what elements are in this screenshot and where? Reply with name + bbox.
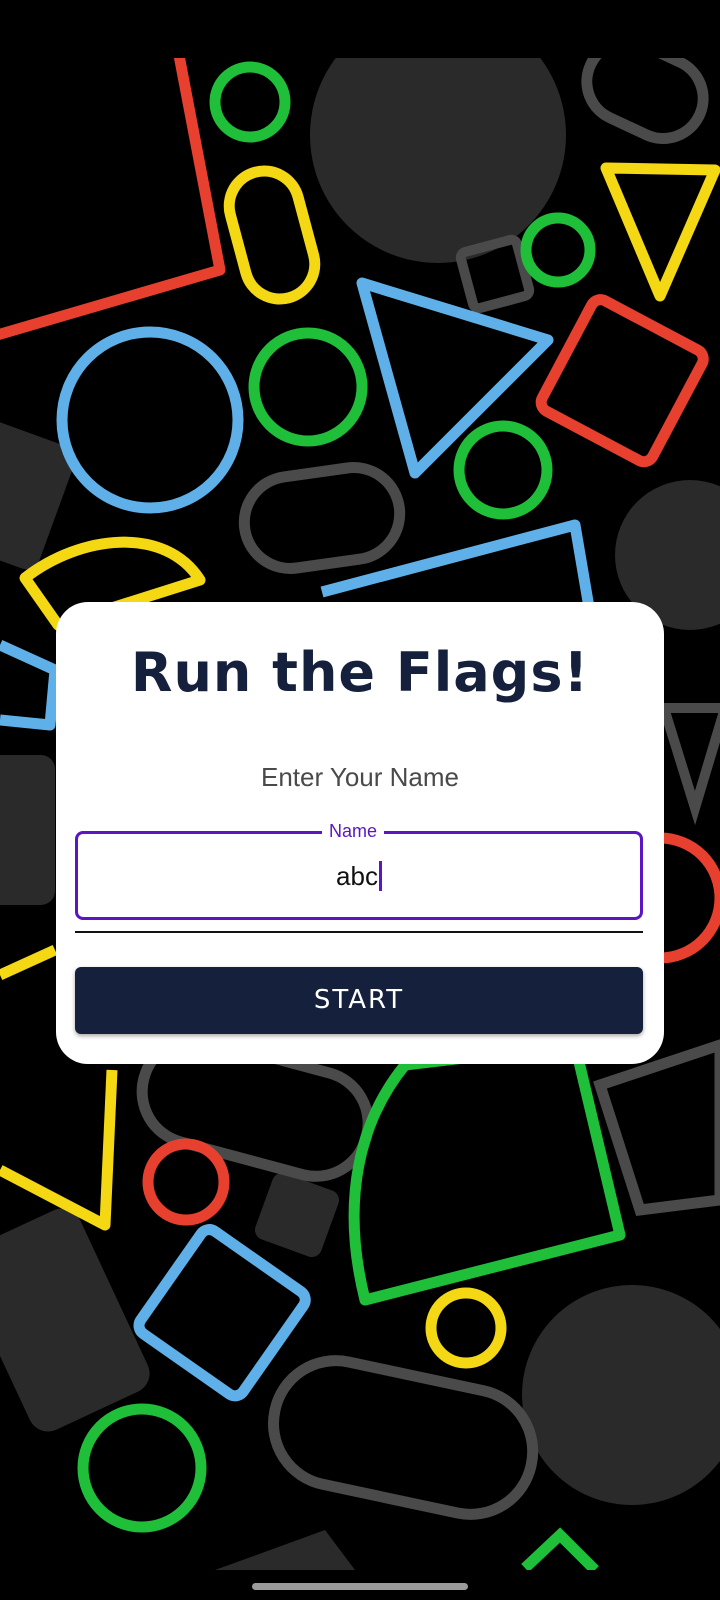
name-entry-card: Run the Flags! Enter Your Name Name abc …	[56, 602, 664, 1064]
name-field-value[interactable]: abc	[336, 861, 378, 891]
name-prompt: Enter Your Name	[260, 762, 459, 792]
text-cursor	[378, 861, 382, 891]
status-bar	[0, 0, 720, 58]
start-button[interactable]: START	[75, 967, 643, 1034]
name-field-label: Name	[322, 820, 385, 842]
field-underline	[75, 931, 643, 933]
app-title: Run the Flags!	[130, 641, 590, 704]
name-field[interactable]: Name abc	[75, 820, 643, 920]
name-field-value-container[interactable]: abc	[78, 861, 640, 891]
home-gesture-pill[interactable]	[252, 1583, 468, 1590]
